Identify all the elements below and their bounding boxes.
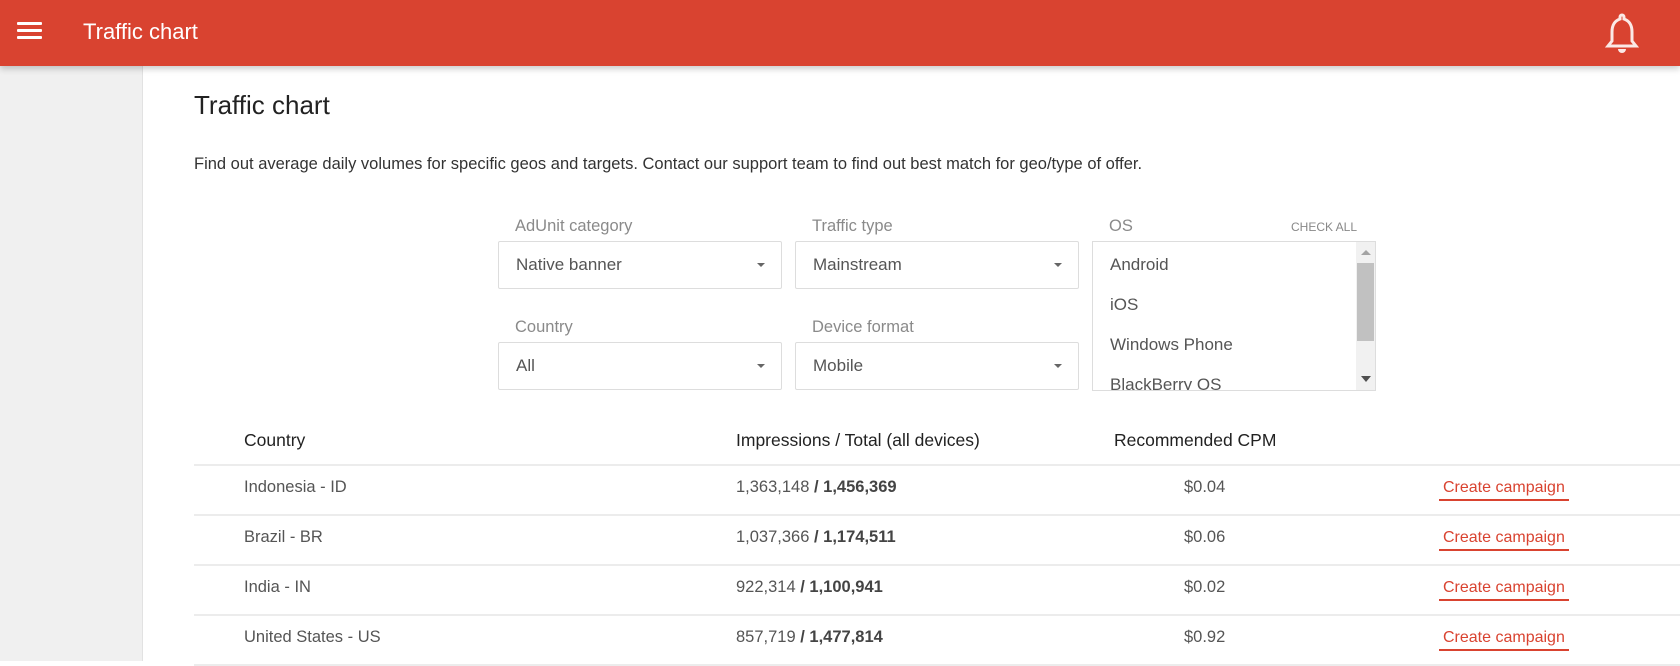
total-value: 1,456,369 — [823, 478, 897, 496]
separator: / — [795, 628, 810, 646]
os-scrollbar[interactable] — [1356, 242, 1375, 390]
total-value: 1,477,814 — [809, 628, 883, 646]
caret-down-icon — [1054, 364, 1062, 368]
country-cell: Brazil - BR — [244, 528, 323, 546]
cpm-cell: $0.04 — [1184, 478, 1226, 496]
os-label: OS — [1109, 217, 1133, 235]
column-header-impressions: Impressions / Total (all devices) — [736, 430, 980, 450]
country-cell: Indonesia - ID — [244, 478, 347, 496]
device-format-select[interactable]: Mobile — [795, 342, 1079, 390]
total-value: 1,174,511 — [823, 528, 896, 546]
sidebar — [0, 66, 143, 661]
caret-down-icon — [757, 263, 765, 267]
os-option[interactable]: Android — [1110, 255, 1169, 275]
divider — [194, 614, 1680, 616]
os-listbox[interactable]: Android iOS Windows Phone BlackBerry OS — [1092, 241, 1376, 391]
traffic-type-select[interactable]: Mainstream — [795, 241, 1079, 289]
caret-down-icon — [757, 364, 765, 368]
hamburger-menu-icon[interactable] — [17, 22, 42, 42]
adunit-select[interactable]: Native banner — [498, 241, 782, 289]
column-header-country: Country — [244, 430, 306, 450]
create-campaign-link[interactable]: Create campaign — [1439, 529, 1569, 551]
app-title: Traffic chart — [83, 19, 198, 44]
check-all-button[interactable]: CHECK ALL — [1291, 220, 1357, 234]
column-header-cpm: Recommended CPM — [1114, 430, 1277, 450]
scroll-down-icon[interactable] — [1361, 376, 1371, 382]
total-value: 1,100,941 — [809, 578, 883, 596]
country-value: All — [516, 356, 535, 375]
divider — [194, 564, 1680, 566]
impressions-value: 1,363,148 — [736, 478, 810, 496]
divider — [194, 514, 1680, 516]
impressions-value: 857,719 — [736, 628, 796, 646]
impressions-cell: 857,719 / 1,477,814 — [736, 628, 883, 647]
create-campaign-link[interactable]: Create campaign — [1439, 479, 1569, 501]
adunit-value: Native banner — [516, 255, 622, 274]
adunit-label: AdUnit category — [515, 217, 633, 235]
country-label: Country — [515, 318, 573, 336]
separator: / — [795, 578, 810, 596]
os-option[interactable]: iOS — [1110, 295, 1138, 315]
page-description: Find out average daily volumes for speci… — [194, 155, 1143, 173]
impressions-cell: 1,363,148 / 1,456,369 — [736, 478, 897, 497]
impressions-value: 922,314 — [736, 578, 796, 596]
separator: / — [809, 478, 824, 496]
impressions-value: 1,037,366 — [736, 528, 810, 546]
os-option[interactable]: BlackBerry OS — [1110, 375, 1221, 390]
os-option[interactable]: Windows Phone — [1110, 335, 1233, 355]
device-format-label: Device format — [812, 318, 914, 336]
cpm-cell: $0.06 — [1184, 528, 1226, 546]
page-title: Traffic chart — [194, 90, 330, 120]
separator: / — [809, 528, 824, 546]
bell-icon[interactable] — [1603, 12, 1641, 54]
app-header: Traffic chart — [0, 0, 1680, 66]
country-cell: India - IN — [244, 578, 311, 596]
traffic-type-label: Traffic type — [812, 217, 893, 235]
scroll-thumb[interactable] — [1357, 263, 1374, 341]
country-cell: United States - US — [244, 628, 381, 646]
device-format-value: Mobile — [813, 356, 864, 375]
scroll-up-icon[interactable] — [1361, 250, 1371, 255]
traffic-type-value: Mainstream — [813, 255, 902, 274]
divider — [194, 464, 1680, 466]
impressions-cell: 1,037,366 / 1,174,511 — [736, 528, 896, 547]
caret-down-icon — [1054, 263, 1062, 267]
cpm-cell: $0.02 — [1184, 578, 1226, 596]
create-campaign-link[interactable]: Create campaign — [1439, 629, 1569, 651]
impressions-cell: 922,314 / 1,100,941 — [736, 578, 883, 597]
create-campaign-link[interactable]: Create campaign — [1439, 579, 1569, 601]
country-select[interactable]: All — [498, 342, 782, 390]
cpm-cell: $0.92 — [1184, 628, 1226, 646]
